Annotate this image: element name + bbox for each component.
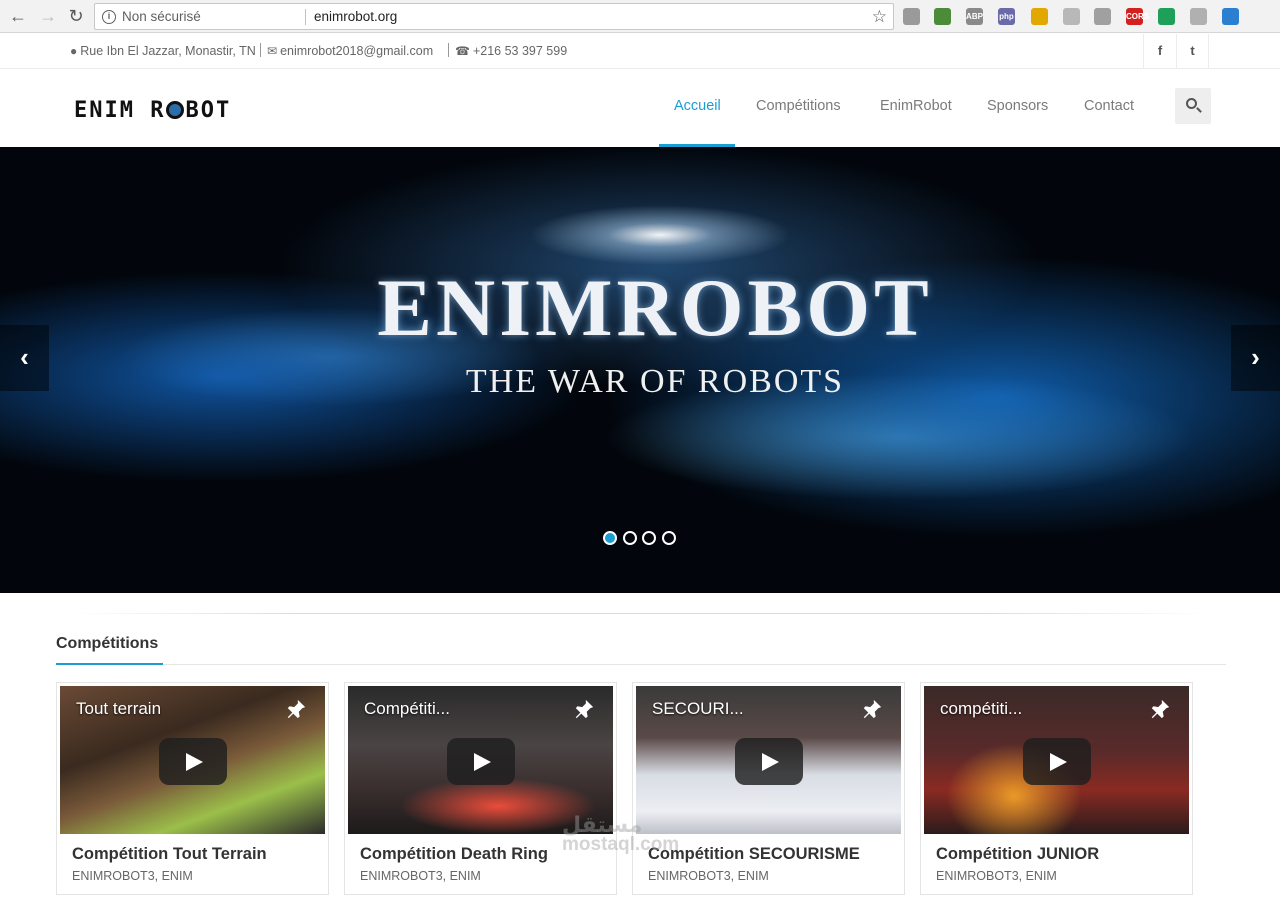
pin-icon[interactable] (861, 698, 883, 720)
video-title[interactable]: compétiti... (940, 699, 1022, 719)
nav-item-accueil[interactable]: Accueil (674, 98, 721, 114)
slider-dot[interactable] (642, 531, 656, 545)
hero-title: ENIMROBOT (377, 262, 933, 353)
watermark-arabic: مستقل (562, 812, 643, 837)
info-icon[interactable]: i (102, 10, 116, 24)
address-text: Rue Ibn El Jazzar, Monastir, TN (80, 44, 256, 58)
play-button[interactable] (735, 738, 803, 785)
site-header: ENIM R BOT Accueil Compétitions EnimRobot… (0, 70, 1280, 147)
globe-extension-icon[interactable] (934, 8, 951, 25)
divider (260, 43, 261, 57)
card-title[interactable]: Compétition Death Ring (360, 845, 548, 864)
video-title[interactable]: SECOURI... (652, 699, 744, 719)
watermark-latin: mostaql.com (562, 834, 680, 855)
map-marker-icon: ● (70, 44, 78, 58)
slider-dot[interactable] (622, 531, 637, 545)
card-meta: ENIMROBOT3, ENIM (72, 869, 193, 883)
competition-card[interactable]: Compétiti... Compétition Death Ring ENIMRO… (344, 682, 617, 895)
video-thumbnail[interactable]: SECOURI... (636, 686, 901, 834)
security-label[interactable]: Non sécurisé (122, 9, 201, 24)
php-extension-icon[interactable]: php (998, 8, 1015, 25)
divider (448, 43, 449, 57)
pin-icon[interactable] (1149, 698, 1171, 720)
section-title-underline (56, 663, 163, 665)
competition-card[interactable]: SECOURI... Compétition SECOURISME ENIMROBO… (632, 682, 905, 895)
nav-item-sponsors[interactable]: Sponsors (987, 98, 1048, 114)
search-button[interactable] (1175, 88, 1211, 124)
react-extension-icon[interactable] (1063, 8, 1080, 25)
forward-arrow-icon[interactable]: → (38, 6, 58, 26)
nav-item-competitions[interactable]: Compétitions (756, 98, 841, 114)
section-rule (56, 664, 1226, 665)
video-title[interactable]: Compétiti... (364, 699, 450, 719)
adblock-extension-icon[interactable]: ABP (966, 8, 983, 25)
video-title[interactable]: Tout terrain (76, 699, 161, 719)
pin-icon[interactable] (573, 698, 595, 720)
nav-item-contact[interactable]: Contact (1084, 98, 1134, 114)
moon-extension-icon[interactable] (1031, 8, 1048, 25)
logo-text-left: ENIM R (74, 98, 166, 123)
cors-extension-icon[interactable]: CORS (1126, 8, 1149, 25)
pin-extension-icon[interactable] (1094, 8, 1111, 25)
email-info: ✉ enimrobot2018@gmail.com (267, 44, 433, 58)
card-meta: ENIMROBOT3, ENIM (648, 869, 769, 883)
competition-card[interactable]: compétiti... Compétition JUNIOR ENIMROBOT3… (920, 682, 1193, 895)
back-arrow-icon[interactable]: ← (8, 6, 28, 26)
hero-slider: ENIMROBOT THE WAR OF ROBOTS ‹ › (0, 147, 1280, 593)
network-extension-icon[interactable] (1222, 8, 1239, 25)
page-extension-icon[interactable] (1190, 8, 1207, 25)
site-logo[interactable]: ENIM R BOT (74, 98, 231, 123)
video-thumbnail[interactable]: compétiti... (924, 686, 1189, 834)
slider-dot[interactable] (661, 531, 676, 545)
url-text[interactable]: enimrobot.org (314, 9, 397, 24)
play-button[interactable] (1023, 738, 1091, 785)
card-meta: ENIMROBOT3, ENIM (936, 869, 1057, 883)
logo-robot-icon (166, 101, 185, 119)
browser-toolbar: ← → ↻ i Non sécurisé enimrobot.org ☆ ABP… (0, 0, 1280, 33)
section-divider (70, 613, 1210, 614)
envelope-icon: ✉ (267, 44, 278, 58)
play-button[interactable] (159, 738, 227, 785)
phone-text: +216 53 397 599 (472, 44, 568, 58)
card-title[interactable]: Compétition SECOURISME (648, 845, 860, 864)
card-title[interactable]: Compétition JUNIOR (936, 845, 1099, 864)
twitter-icon[interactable]: t (1176, 34, 1209, 68)
phone-info: ☎ +216 53 397 599 (455, 44, 567, 58)
search-icon (1186, 98, 1197, 109)
bookmark-star-icon[interactable]: ☆ (872, 7, 887, 27)
nav-item-enimrobot[interactable]: EnimRobot (880, 98, 952, 114)
contact-topbar: ● Rue Ibn El Jazzar, Monastir, TN ✉ enimro… (0, 34, 1280, 69)
logo-text-right: BOT (185, 98, 232, 123)
hero-subtitle: THE WAR OF ROBOTS (465, 363, 845, 400)
pin-icon[interactable] (285, 698, 307, 720)
search-icon-handle (1196, 107, 1202, 113)
card-meta: ENIMROBOT3, ENIM (360, 869, 481, 883)
leaf-extension-icon[interactable] (1158, 8, 1175, 25)
card-title[interactable]: Compétition Tout Terrain (72, 845, 267, 864)
facebook-icon[interactable]: f (1143, 34, 1176, 68)
section-title: Compétitions (56, 635, 159, 652)
slider-next-button[interactable]: › (1231, 325, 1280, 391)
email-text[interactable]: enimrobot2018@gmail.com (280, 44, 433, 58)
phone-icon: ☎ (455, 44, 470, 58)
address-info: ● Rue Ibn El Jazzar, Monastir, TN (70, 44, 256, 58)
pdf-extension-icon[interactable] (903, 8, 920, 25)
video-thumbnail[interactable]: Tout terrain (60, 686, 325, 834)
play-button[interactable] (447, 738, 515, 785)
competition-card[interactable]: Tout terrain Compétition Tout Terrain ENIM… (56, 682, 329, 895)
slider-dot[interactable] (603, 531, 617, 545)
address-bar[interactable]: i Non sécurisé enimrobot.org ☆ (94, 3, 894, 30)
address-separator (305, 9, 306, 25)
watermark: مستقل mostaql.com (562, 812, 680, 855)
slider-prev-button[interactable]: ‹ (0, 325, 49, 391)
reload-icon[interactable]: ↻ (66, 6, 86, 26)
